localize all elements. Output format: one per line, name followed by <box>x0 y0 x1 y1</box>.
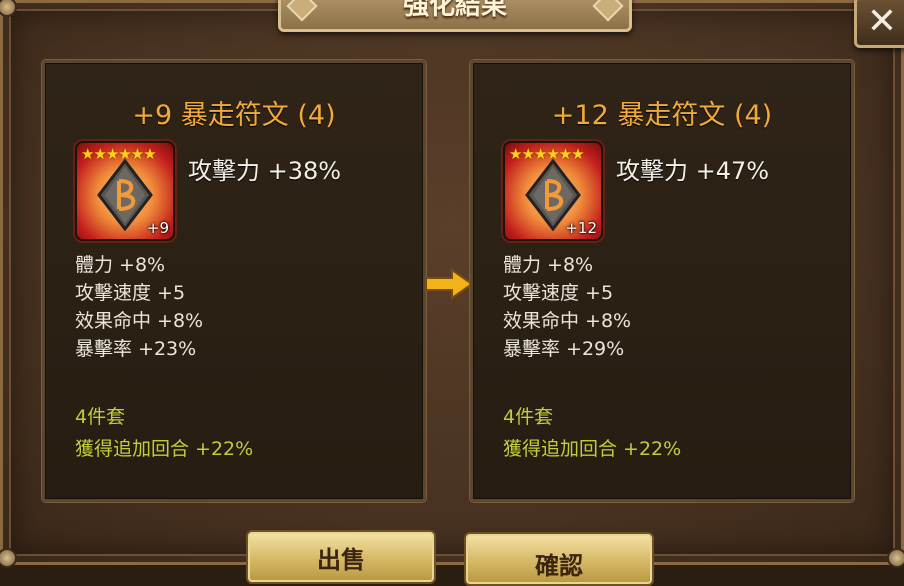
sub-stat-list: 體力 +8% 攻擊速度 +5 效果命中 +8% 暴擊率 +23% <box>75 251 203 363</box>
rune-after-title: +12 暴走符文 (4) <box>551 100 773 131</box>
set-name: 4件套 <box>503 406 554 428</box>
sell-button-label: 出售 <box>317 546 365 574</box>
corner-ornament <box>0 548 17 568</box>
corner-ornament <box>887 548 904 568</box>
sub-stat: 攻擊速度 +5 <box>75 282 186 304</box>
close-icon: ✕ <box>866 1 898 42</box>
sub-stat: 體力 +8% <box>503 254 594 276</box>
confirm-button-label: 確認 <box>535 552 583 580</box>
rune-icon: ★★★★★★ +9 <box>75 141 175 241</box>
sub-stat: 攻擊速度 +5 <box>503 282 614 304</box>
arrow-right-icon <box>425 268 474 300</box>
rune-level-badge: +12 <box>565 219 597 237</box>
set-info: 4件套 獲得追加回合 +22% <box>503 401 681 465</box>
sub-stat: 暴擊率 +23% <box>75 338 197 360</box>
set-name: 4件套 <box>75 406 126 428</box>
rune-level-badge: +9 <box>146 219 169 237</box>
sub-stat: 效果命中 +8% <box>75 310 204 332</box>
rune-icon: ★★★★★★ +12 <box>503 141 603 241</box>
main-stat: 攻擊力 +38% <box>188 157 342 185</box>
sell-button[interactable]: 出售 <box>246 530 436 584</box>
sub-stat: 暴擊率 +29% <box>503 338 625 360</box>
set-info: 4件套 獲得追加回合 +22% <box>75 401 253 465</box>
sub-stat-list: 體力 +8% 攻擊速度 +5 效果命中 +8% 暴擊率 +29% <box>503 251 631 363</box>
title-plate: 強化結果 <box>278 0 632 32</box>
main-stat: 攻擊力 +47% <box>616 157 770 185</box>
rune-after-panel: +12 暴走符文 (4) ★★★★★★ +12 攻擊力 +47% 體力 +8% … <box>470 60 854 502</box>
corner-ornament <box>0 0 17 17</box>
close-button[interactable]: ✕ <box>854 0 904 48</box>
sub-stat: 效果命中 +8% <box>503 310 632 332</box>
confirm-button[interactable]: 確認 <box>464 532 654 586</box>
dialog-title: 強化結果 <box>402 0 507 21</box>
set-effect: 獲得追加回合 +22% <box>75 438 254 460</box>
sub-stat: 體力 +8% <box>75 254 166 276</box>
rune-before-panel: +9 暴走符文 (4) ★★★★★★ +9 攻擊力 +38% 體力 +8% 攻擊… <box>42 60 426 502</box>
rune-before-title: +9 暴走符文 (4) <box>132 100 336 131</box>
set-effect: 獲得追加回合 +22% <box>503 438 682 460</box>
